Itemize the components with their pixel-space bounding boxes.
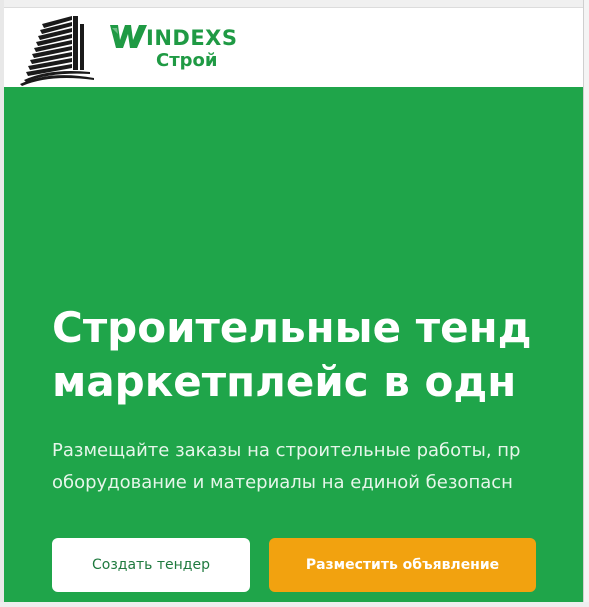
hero-subtitle: Размещайте заказы на строительные работы… bbox=[52, 435, 520, 499]
create-tender-button[interactable]: Создать тендер bbox=[52, 538, 250, 592]
window-top-edge bbox=[0, 0, 589, 8]
hero-subtitle-line-1: Размещайте заказы на строительные работы… bbox=[52, 440, 521, 461]
office-building-icon bbox=[20, 16, 94, 86]
hero-title-line-1: Строительные тенд bbox=[52, 303, 532, 352]
browser-viewport: INDEXS Строй Строительные тенд маркетпле… bbox=[0, 0, 589, 607]
window-bottom-edge bbox=[0, 602, 589, 607]
logo-wordmark: INDEXS Строй bbox=[108, 20, 258, 72]
logo-w-mark bbox=[110, 25, 147, 48]
post-ad-button[interactable]: Разместить объявление bbox=[269, 538, 536, 592]
hero-banner: Строительные тенд маркетплейс в одн Разм… bbox=[4, 87, 583, 602]
logo-brand-text: INDEXS bbox=[146, 26, 238, 50]
logo-brand-subtitle: Строй bbox=[156, 50, 218, 71]
hero-title-line-2: маркетплейс в одн bbox=[52, 357, 517, 406]
window-right-edge bbox=[583, 0, 589, 607]
site-logo[interactable]: INDEXS Строй bbox=[4, 8, 264, 87]
site-header: INDEXS Строй bbox=[4, 8, 583, 87]
hero-title: Строительные тенд маркетплейс в одн bbox=[52, 301, 532, 409]
hero-subtitle-line-2: оборудование и материалы на единой безоп… bbox=[52, 472, 513, 493]
